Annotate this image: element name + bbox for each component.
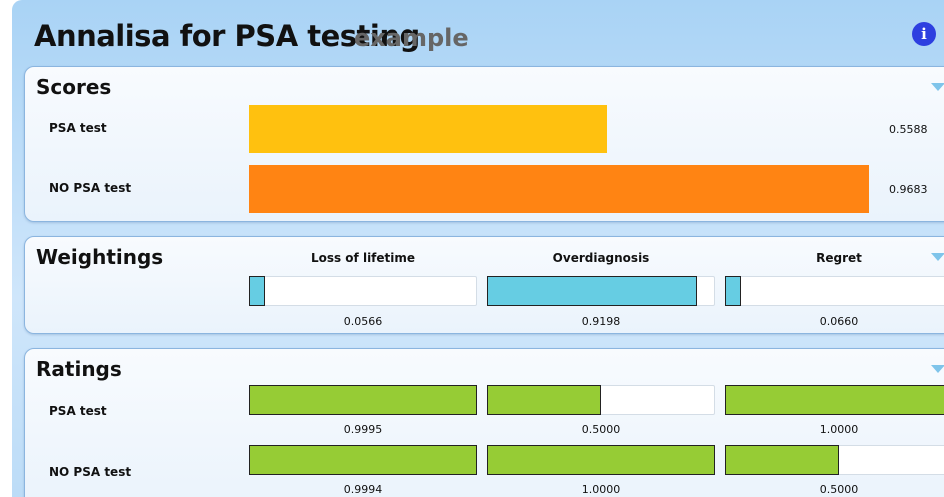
weighting-header-loss-of-lifetime: Loss of lifetime <box>310 251 416 265</box>
panel-title-scores: Scores <box>36 75 112 99</box>
score-bar-psa-fill <box>249 105 607 153</box>
weighting-value-loss-of-lifetime: 0.0566 <box>343 315 383 328</box>
rating-label-no-psa: NO PSA test <box>49 465 132 479</box>
app-window: Annalisa for PSA testing example i Score… <box>12 0 944 497</box>
rating-slider-psa-overdiagnosis[interactable] <box>487 385 715 415</box>
rating-slider-psa-loss-of-lifetime[interactable] <box>249 385 477 415</box>
score-label-no-psa: NO PSA test <box>49 181 132 195</box>
rating-slider-psa-regret[interactable] <box>725 385 944 415</box>
rating-fill <box>249 445 477 475</box>
weightings-panel: Weightings Loss of lifetime Overdiagnosi… <box>24 236 944 334</box>
score-value-no-psa: 0.9683 <box>889 183 928 196</box>
weighting-slider-overdiagnosis[interactable] <box>487 276 715 306</box>
weighting-header-overdiagnosis: Overdiagnosis <box>552 251 650 265</box>
info-icon[interactable]: i <box>912 22 936 46</box>
rating-slider-no-psa-loss-of-lifetime[interactable] <box>249 445 477 475</box>
score-bar-psa <box>249 105 889 153</box>
rating-value-no-psa-overdiagnosis: 1.0000 <box>581 483 621 496</box>
app-subtitle: example <box>354 24 469 52</box>
collapse-scores-icon[interactable] <box>931 83 944 91</box>
collapse-ratings-icon[interactable] <box>931 365 944 373</box>
scores-panel: Scores PSA test 0.5588 NO PSA test 0.968… <box>24 66 944 222</box>
weighting-fill <box>725 276 741 306</box>
rating-fill <box>725 385 944 415</box>
rating-slider-no-psa-overdiagnosis[interactable] <box>487 445 715 475</box>
rating-value-no-psa-regret: 0.5000 <box>819 483 859 496</box>
rating-fill <box>725 445 839 475</box>
weighting-value-overdiagnosis: 0.9198 <box>581 315 621 328</box>
weighting-header-regret: Regret <box>816 251 862 265</box>
rating-value-psa-overdiagnosis: 0.5000 <box>581 423 621 436</box>
app-header: Annalisa for PSA testing example i <box>12 0 944 62</box>
rating-value-psa-regret: 1.0000 <box>819 423 859 436</box>
rating-value-no-psa-loss-of-lifetime: 0.9994 <box>343 483 383 496</box>
rating-fill <box>487 445 715 475</box>
score-label-psa: PSA test <box>49 121 107 135</box>
weighting-value-regret: 0.0660 <box>819 315 859 328</box>
score-bar-no-psa <box>249 165 889 213</box>
ratings-panel: Ratings PSA test 0.9995 0.5000 1.0000 NO… <box>24 348 944 497</box>
weighting-slider-regret[interactable] <box>725 276 944 306</box>
panel-title-ratings: Ratings <box>36 357 122 381</box>
score-bar-no-psa-fill <box>249 165 869 213</box>
weighting-fill <box>249 276 265 306</box>
score-value-psa: 0.5588 <box>889 123 928 136</box>
rating-value-psa-loss-of-lifetime: 0.9995 <box>343 423 383 436</box>
rating-slider-no-psa-regret[interactable] <box>725 445 944 475</box>
weighting-fill <box>487 276 697 306</box>
rating-fill <box>249 385 477 415</box>
panel-title-weightings: Weightings <box>36 245 164 269</box>
rating-label-psa: PSA test <box>49 404 107 418</box>
weighting-slider-loss-of-lifetime[interactable] <box>249 276 477 306</box>
rating-fill <box>487 385 601 415</box>
